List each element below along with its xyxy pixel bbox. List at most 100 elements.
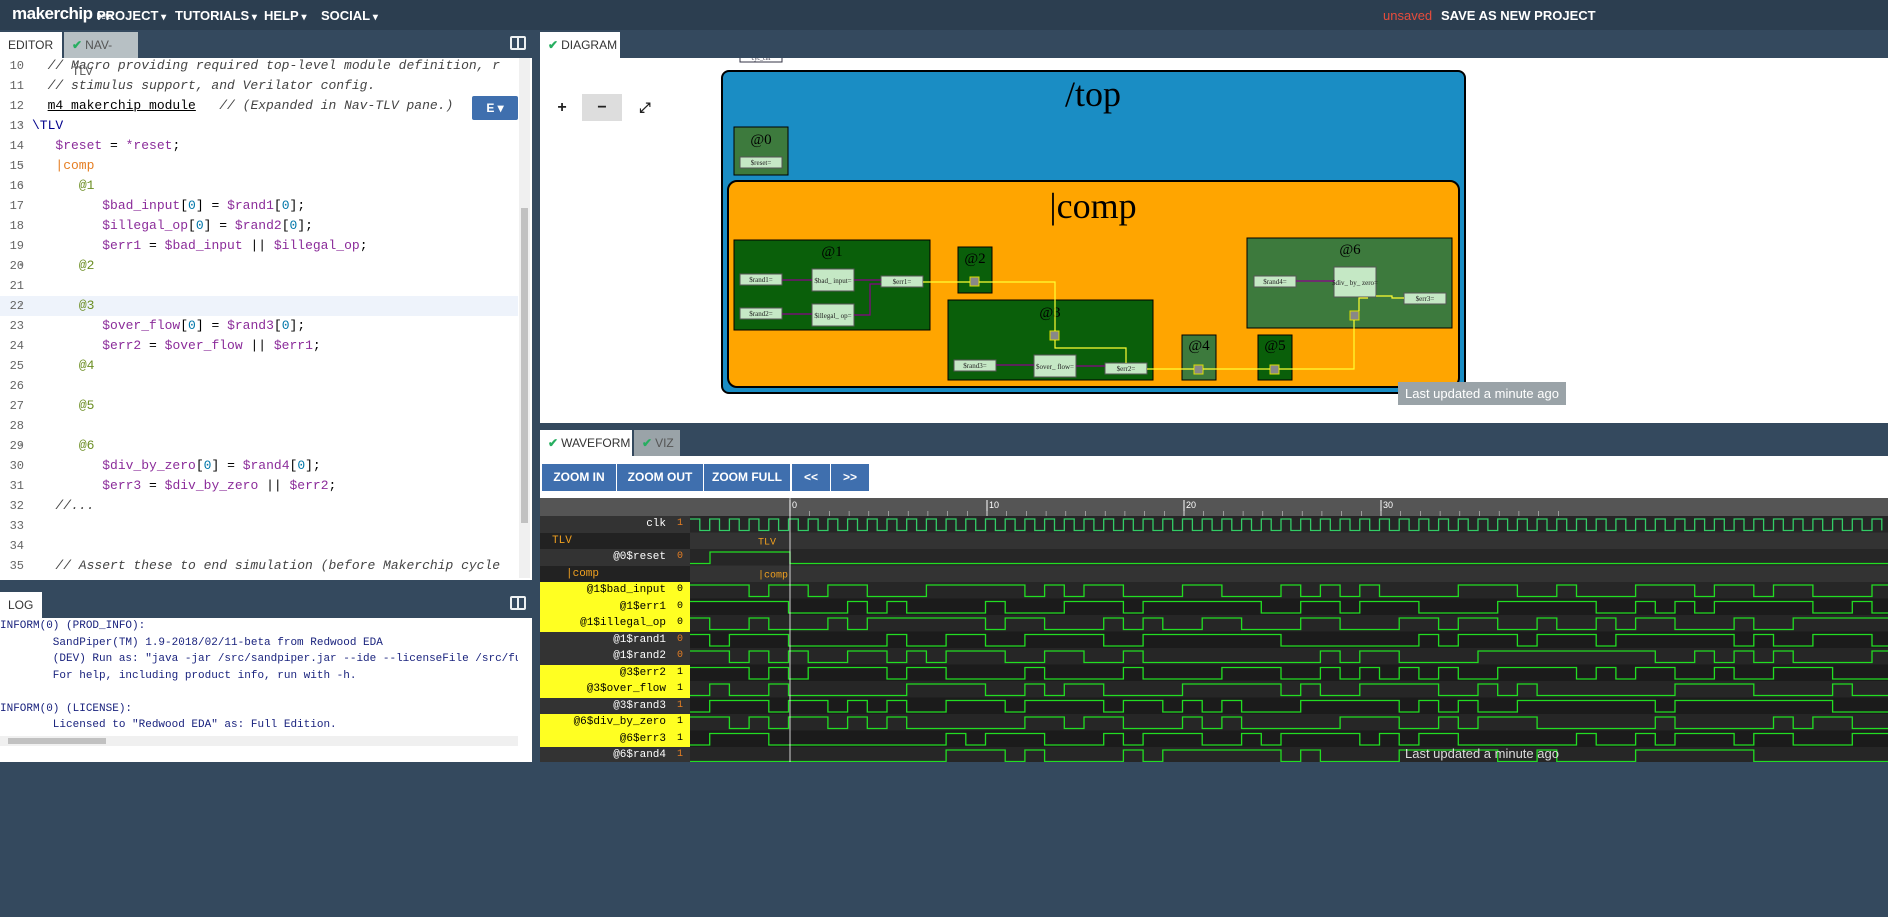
code-text: @6 [78,438,95,453]
tab-diagram[interactable]: ✔ DIAGRAM [540,32,620,58]
signal-name[interactable]: @3$rand3 1 [540,697,690,714]
fold-toggle-icon[interactable]: ▾ [19,256,24,276]
code-line[interactable]: 31 $err3 = $div_by_zero || $err2; [0,476,518,496]
scope-label: |comp [758,570,788,582]
signal-name[interactable]: |comp [540,565,690,582]
code-line[interactable]: 22 ▾ @3 [0,296,518,316]
code-line[interactable]: 14 $reset = *reset; [0,136,518,156]
code-line[interactable]: 29 ▾ @6 [0,436,518,456]
signal-name[interactable]: @0$reset 0 [540,549,690,566]
code-line[interactable]: 28 [0,416,518,436]
time-ruler[interactable] [540,498,1888,516]
waveform-svg: 0 10 20 30TLV|comp [540,498,1888,762]
signal-name[interactable]: @6$rand4 1 [540,747,690,762]
tab-nav-tlv[interactable]: ✔ NAV-TLV [64,32,138,78]
split-pane-icon[interactable] [510,36,526,50]
line-number: 27 [9,399,24,413]
menu-tutorials[interactable]: TUTORIALS [175,8,257,23]
editor-pane: EDITOR ✔ NAV-TLV 10 // Macro providing re… [0,30,532,580]
signal-name[interactable]: @1$illegal_op 0 [540,615,690,632]
code-line[interactable]: 35 // Assert these to end simulation (be… [0,556,518,576]
signal-name[interactable]: @3$err2 1 [540,664,690,681]
top-navbar: makerchipbeta PROJECT TUTORIALS HELP SOC… [0,0,1888,30]
code-line[interactable]: 24 $err2 = $over_flow || $err1; [0,336,518,356]
code-text: @5 [78,398,95,413]
code-line[interactable]: 32 //... [0,496,518,516]
code-line[interactable]: 20 ▾ @2 [0,256,518,276]
pipeline-flop [1269,364,1280,375]
menu-project[interactable]: PROJECT [97,8,166,23]
signal-label: TLV [552,534,572,547]
waveform-last-updated: Last updated a minute ago [1405,746,1559,761]
fold-toggle-icon[interactable]: ▾ [19,176,24,196]
fullscreen-icon[interactable]: ⤢ [625,94,665,121]
code-line[interactable]: 13 ▾ \TLV [0,116,518,136]
code-line[interactable]: 34 [0,536,518,556]
code-line[interactable]: 26 [0,376,518,396]
code-line[interactable]: 21 [0,276,518,296]
code-editor[interactable]: 10 // Macro providing required top-level… [0,58,518,578]
signal-name[interactable]: TLV [540,532,690,549]
zoom-out-button[interactable]: ZOOM OUT [617,464,703,491]
tab-log[interactable]: LOG [0,592,42,618]
split-pane-icon[interactable] [510,596,526,610]
code-line[interactable]: 15 ▾ |comp [0,156,518,176]
fold-toggle-icon[interactable]: ▾ [19,116,24,136]
fold-toggle-icon[interactable]: ▾ [19,156,24,176]
node-rand4-label: $rand4= [1263,278,1286,286]
signal-value: 0 [676,617,683,628]
signal-value: 1 [676,666,683,678]
scope-label: TLV [758,538,776,549]
code-line[interactable]: 18 $illegal_op[0] = $rand2[0]; [0,216,518,236]
zoom-in-button[interactable]: ZOOM IN [542,464,616,491]
editor-menu-button[interactable]: E ▾ [472,96,518,120]
code-line[interactable]: 25 @4 [0,356,518,376]
signal-name[interactable]: @1$rand2 0 [540,648,690,665]
code-line[interactable]: 11 // stimulus support, and Verilator co… [0,76,518,96]
diagram-zoom-in-button[interactable]: + [542,94,582,121]
menu-social[interactable]: SOCIAL [321,8,378,23]
code-text: $err1 = $bad_input || $illegal_op; [102,238,368,253]
code-text: $over_flow[0] = $rand3[0]; [102,318,306,333]
scrollbar-thumb[interactable] [8,738,106,744]
tab-waveform[interactable]: ✔ WAVEFORM [540,430,632,456]
waveform-viewer[interactable]: 0 10 20 30 TLV |comp clk 1 TLV @0$reset 0 |comp @1$… [540,498,1888,762]
fold-toggle-icon[interactable]: ▾ [19,436,24,456]
code-line[interactable]: 10 // Macro providing required top-level… [0,56,518,76]
signal-name[interactable]: @3$over_flow 1 [540,681,690,698]
scroll-right-button[interactable]: >> [831,464,869,491]
wave-row [690,747,1888,762]
code-line[interactable]: 17 $bad_input[0] = $rand1[0]; [0,196,518,216]
code-line[interactable]: 33 [0,516,518,536]
scroll-left-button[interactable]: << [792,464,830,491]
tab-editor[interactable]: EDITOR [0,32,62,58]
diagram-canvas[interactable]: cyc_cnt /top @0 $reset= |comp @1 @2 @3 @… [540,58,1888,423]
diagram-zoom-out-button[interactable]: − [582,94,622,121]
save-as-new-project-button[interactable]: SAVE AS NEW PROJECT [1441,8,1596,23]
signal-name[interactable]: @6$err3 1 [540,730,690,747]
signal-name[interactable]: @1$rand1 0 [540,631,690,648]
check-icon: ✔ [548,436,559,450]
zoom-full-button[interactable]: ZOOM FULL [704,464,790,491]
log-horizontal-scrollbar[interactable] [0,736,518,746]
fold-toggle-icon[interactable]: ▾ [19,296,24,316]
menu-help[interactable]: HELP [264,8,306,23]
code-line[interactable]: 19 $err1 = $bad_input || $illegal_op; [0,236,518,256]
editor-scrollbar[interactable] [519,58,530,578]
line-number: 19 [9,239,24,253]
code-line[interactable]: 23 $over_flow[0] = $rand3[0]; [0,316,518,336]
scrollbar-thumb[interactable] [521,208,528,523]
code-line[interactable]: 12 m4_makerchip_module // (Expanded in N… [0,96,518,116]
code-line[interactable]: 27 @5 [0,396,518,416]
log-output: INFORM(0) (PROD_INFO): SandPiper(TM) 1.9… [0,620,518,731]
signal-name[interactable]: @1$bad_input 0 [540,582,690,599]
signal-name[interactable]: @1$err1 0 [540,598,690,615]
tab-viz[interactable]: ✔ VIZ [634,430,680,456]
code-line[interactable]: 30 $div_by_zero[0] = $rand4[0]; [0,456,518,476]
code-text: // Macro providing required top-level mo… [32,58,501,73]
signal-label: @3$over_flow [586,683,666,695]
code-line[interactable]: 16 ▾ @1 [0,176,518,196]
signal-name[interactable]: @6$div_by_zero 1 [540,714,690,731]
signal-value: 0 [676,650,683,661]
signal-name[interactable]: clk 1 [540,516,690,533]
